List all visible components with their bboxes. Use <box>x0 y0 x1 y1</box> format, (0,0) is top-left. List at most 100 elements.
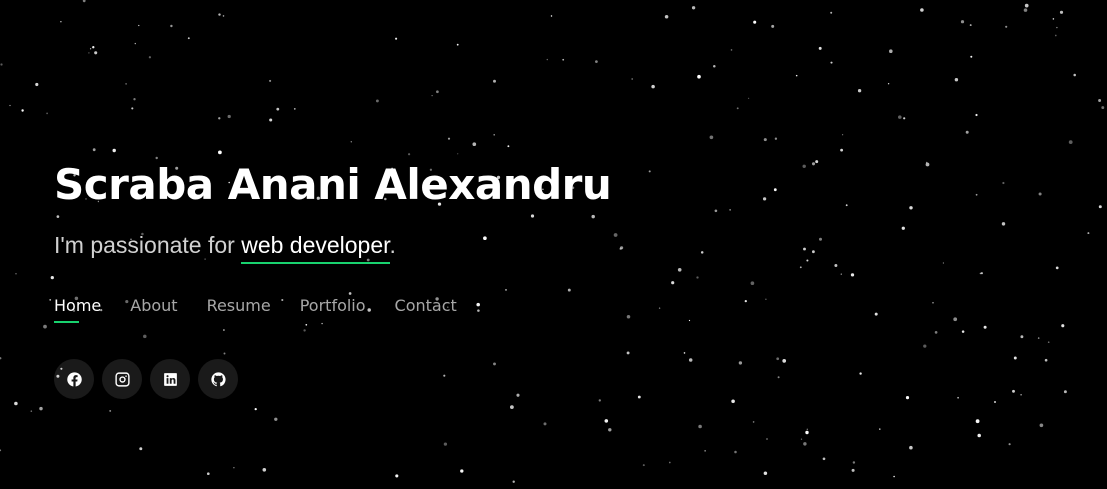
star <box>431 94 433 97</box>
star <box>774 137 778 140</box>
star <box>321 322 323 325</box>
star <box>773 188 777 192</box>
star <box>750 281 755 286</box>
star <box>46 112 48 115</box>
star <box>806 428 808 430</box>
instagram-button[interactable] <box>102 359 142 399</box>
star <box>731 399 735 404</box>
star <box>620 246 624 250</box>
star <box>688 358 693 362</box>
star <box>934 331 938 334</box>
facebook-button[interactable] <box>54 359 94 399</box>
star <box>626 351 630 355</box>
star <box>729 209 731 211</box>
star <box>874 312 878 316</box>
linkedin-button[interactable] <box>150 359 190 399</box>
star <box>901 226 905 230</box>
star <box>133 98 136 101</box>
star <box>0 63 3 66</box>
star <box>1023 8 1028 12</box>
star <box>859 372 862 375</box>
star <box>269 79 272 82</box>
star <box>851 468 855 472</box>
star <box>591 214 595 219</box>
star <box>109 409 112 412</box>
github-button[interactable] <box>198 359 238 399</box>
star <box>516 393 520 397</box>
star <box>841 134 844 136</box>
github-icon <box>210 371 226 386</box>
star <box>983 325 987 329</box>
instagram-icon <box>114 371 130 387</box>
star <box>1044 358 1048 362</box>
star <box>840 273 842 275</box>
star <box>1056 26 1058 29</box>
star <box>1038 192 1042 196</box>
star <box>460 469 464 473</box>
star <box>254 407 257 411</box>
star <box>1061 324 1065 328</box>
star <box>50 275 54 280</box>
star <box>139 447 143 451</box>
star <box>21 109 24 112</box>
star <box>857 89 862 93</box>
star <box>923 344 927 348</box>
star <box>905 396 910 400</box>
star <box>1037 337 1040 339</box>
star <box>815 160 819 164</box>
star <box>920 8 924 12</box>
star <box>89 48 92 50</box>
facebook-icon <box>66 371 82 387</box>
star <box>218 150 222 155</box>
star <box>658 307 661 309</box>
star <box>960 20 965 24</box>
star <box>965 130 969 134</box>
star <box>830 11 833 14</box>
star <box>134 42 136 45</box>
star <box>942 262 945 264</box>
star <box>218 117 221 120</box>
nav-contact[interactable]: Contact <box>395 296 457 321</box>
star <box>35 82 39 87</box>
star <box>1008 443 1011 446</box>
star <box>483 236 487 241</box>
nav-home[interactable]: Home <box>54 296 101 323</box>
star <box>562 58 565 61</box>
star <box>493 362 496 366</box>
star <box>651 84 655 89</box>
tagline-role: web developer <box>241 232 390 264</box>
star <box>1039 423 1044 428</box>
star <box>677 267 682 272</box>
star <box>456 43 459 46</box>
star <box>977 433 981 438</box>
star <box>56 215 60 218</box>
star <box>975 193 978 196</box>
star <box>1073 73 1076 77</box>
star <box>350 141 352 143</box>
star <box>493 134 495 136</box>
star <box>834 264 838 267</box>
star <box>348 292 352 295</box>
star <box>909 445 913 450</box>
star <box>1101 106 1105 110</box>
star <box>223 352 226 355</box>
star <box>222 15 225 17</box>
tagline-prefix: I'm passionate for <box>54 232 242 258</box>
star <box>505 289 507 291</box>
star <box>14 401 18 406</box>
nav-about[interactable]: About <box>130 296 177 321</box>
star <box>82 0 86 3</box>
star <box>375 99 379 103</box>
nav-resume[interactable]: Resume <box>207 296 271 321</box>
star <box>812 250 815 254</box>
star <box>648 170 651 173</box>
star <box>852 461 856 464</box>
star <box>713 64 716 68</box>
nav-portfolio[interactable]: Portfolio <box>300 296 366 321</box>
star <box>777 376 780 379</box>
star <box>218 13 221 16</box>
star <box>642 464 645 467</box>
star <box>1020 335 1024 339</box>
hero-name: Scraba Anani Alexandru <box>54 160 612 209</box>
star <box>704 450 706 452</box>
